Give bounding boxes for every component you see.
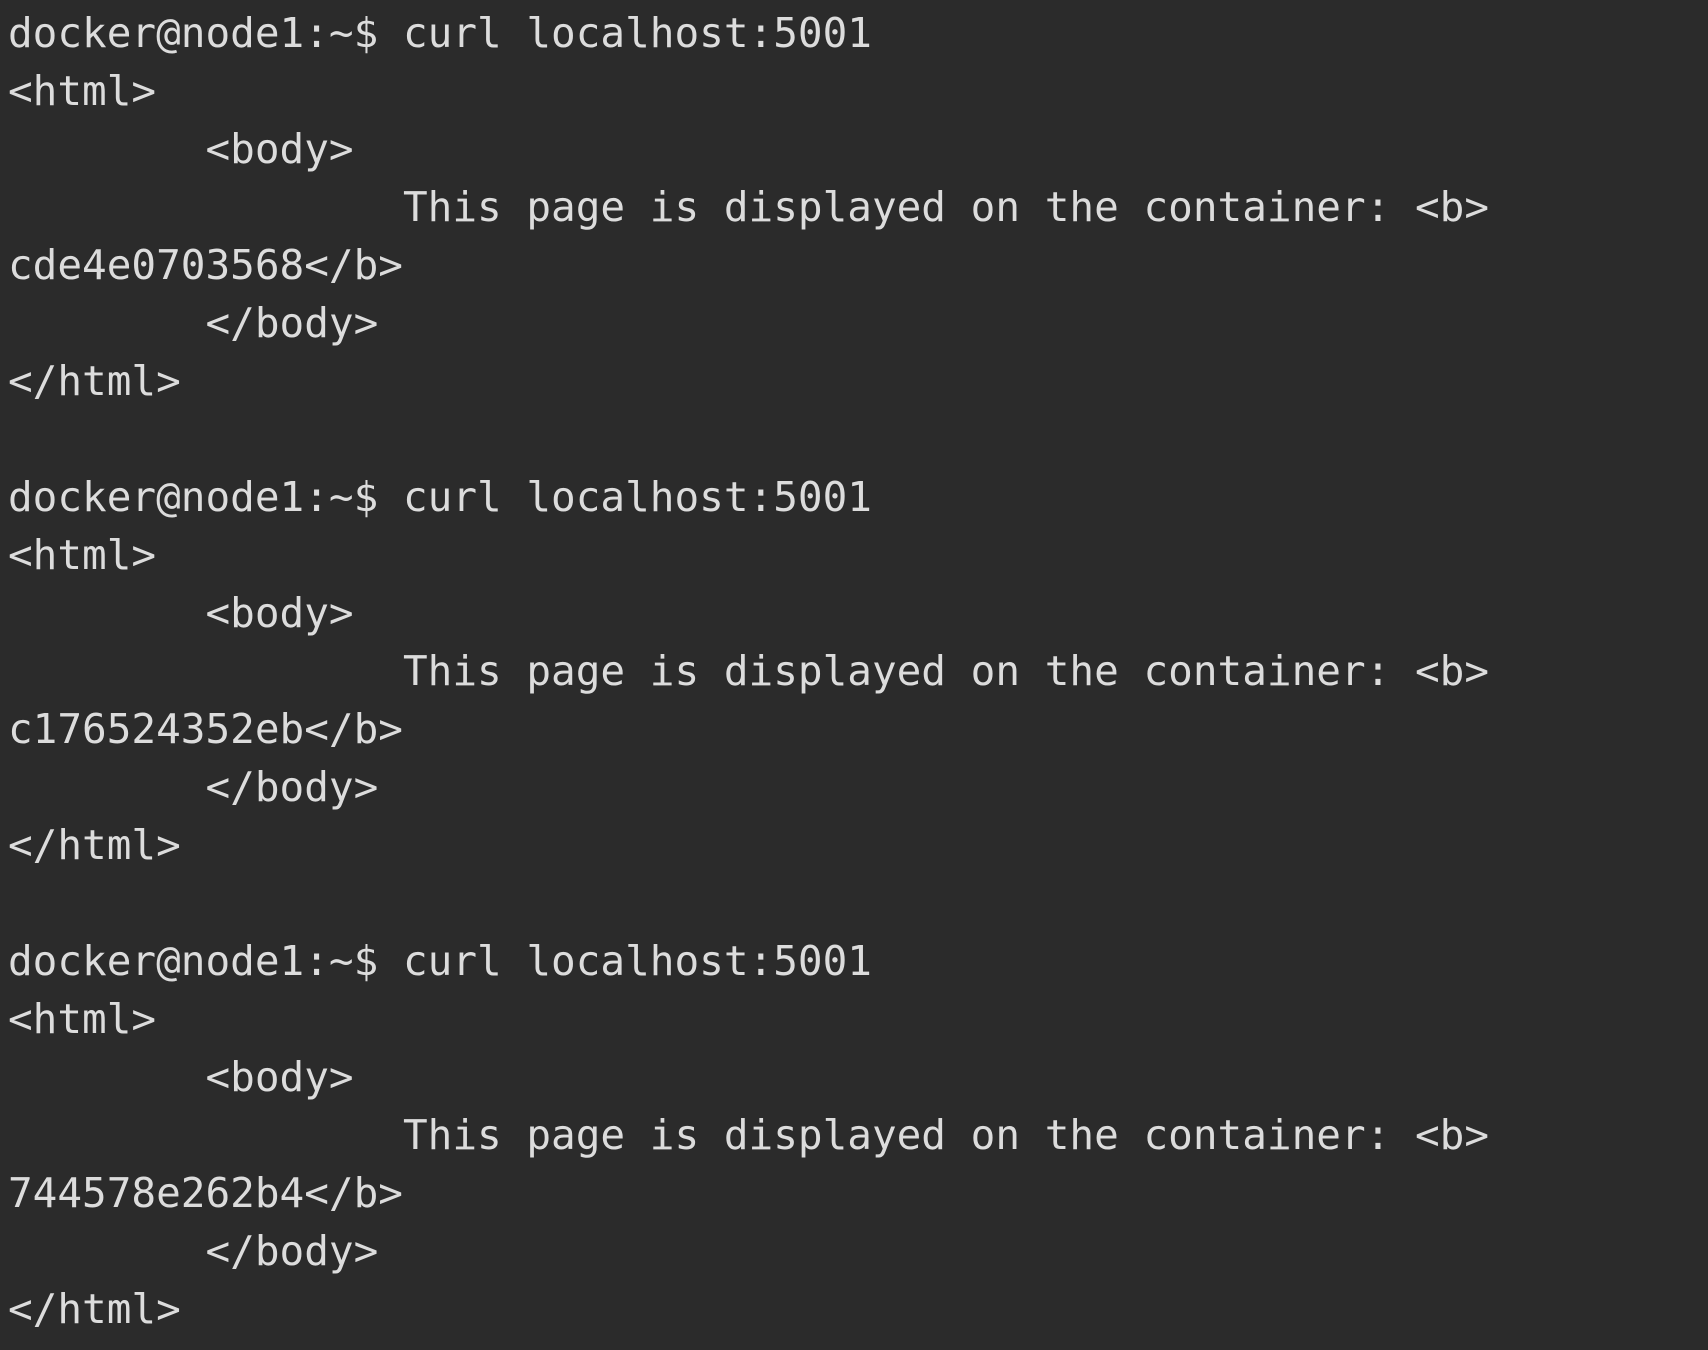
terminal-line: This page is displayed on the container:… [8, 647, 1490, 695]
terminal-line: <html> [8, 67, 157, 115]
terminal-line: c176524352eb</b> [8, 705, 403, 753]
terminal-line: <html> [8, 995, 157, 1043]
terminal-line: <body> [8, 589, 354, 637]
terminal-line: </body> [8, 299, 379, 347]
terminal-line: cde4e0703568</b> [8, 241, 403, 289]
terminal-line: This page is displayed on the container:… [8, 183, 1490, 231]
terminal-line: </body> [8, 763, 379, 811]
terminal-line: docker@node1:~$ curl localhost:5001 [8, 937, 872, 985]
terminal-line: docker@node1:~$ curl localhost:5001 [8, 9, 872, 57]
terminal-line: This page is displayed on the container:… [8, 1111, 1490, 1159]
terminal-line: </body> [8, 1227, 379, 1275]
terminal-line: </html> [8, 821, 181, 869]
terminal-line: </html> [8, 357, 181, 405]
terminal-line: docker@node1:~$ curl localhost:5001 [8, 473, 872, 521]
terminal-line: </html> [8, 1285, 181, 1333]
terminal-line: <body> [8, 125, 354, 173]
terminal-output[interactable]: docker@node1:~$ curl localhost:5001 <html… [8, 4, 1489, 1338]
terminal-line: <body> [8, 1053, 354, 1101]
terminal-line: 744578e262b4</b> [8, 1169, 403, 1217]
terminal-line: <html> [8, 531, 157, 579]
